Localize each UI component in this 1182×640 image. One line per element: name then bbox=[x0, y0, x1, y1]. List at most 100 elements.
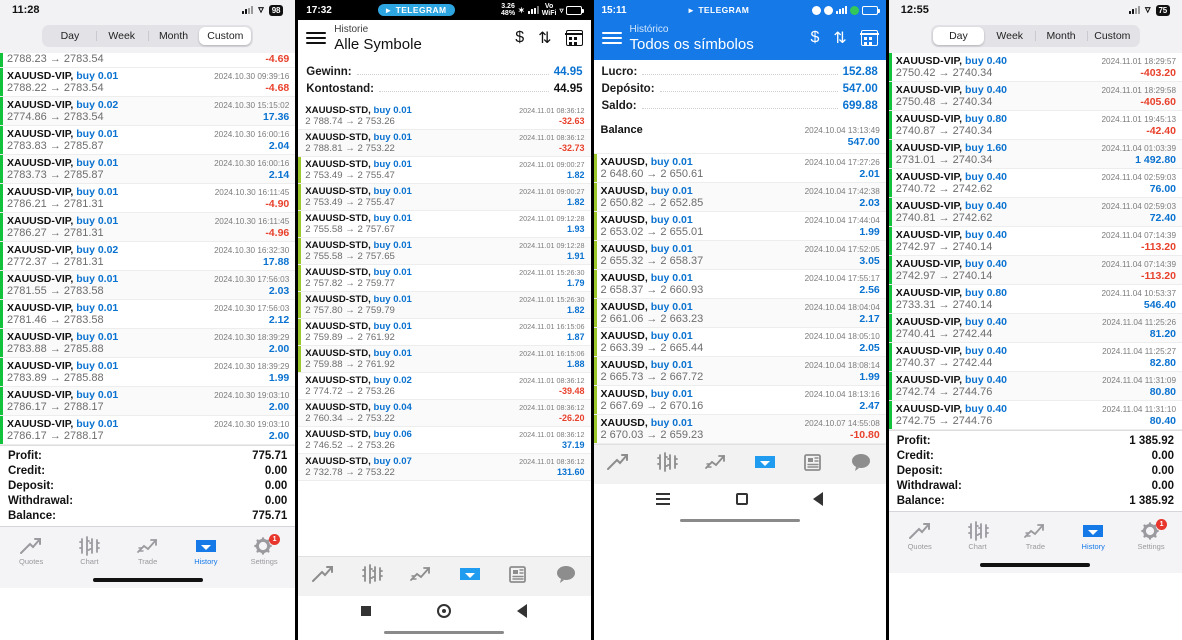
deal-row[interactable]: XAUUSD-STD, buy 0.02 2024.11.01 08:36:12 2… bbox=[298, 372, 591, 400]
deal-row[interactable]: XAUUSD-VIP, buy 0.01 2024.10.30 17:56:03 2… bbox=[0, 271, 296, 300]
period-tab-week[interactable]: Week bbox=[95, 27, 148, 45]
tab-chart[interactable]: Chart bbox=[952, 520, 1004, 551]
sort-icon[interactable]: ⇅ bbox=[833, 28, 846, 48]
deal-row[interactable]: XAUUSD-VIP, buy 0.01 2024.10.30 18:39:29 2… bbox=[0, 358, 296, 387]
deal-row[interactable]: XAUUSD, buy 0.01 2024.10.04 17:27:26 2 648… bbox=[593, 153, 886, 183]
period-tab-week[interactable]: Week bbox=[984, 27, 1035, 45]
bottom-tab-bar[interactable] bbox=[593, 443, 886, 484]
deal-row[interactable]: XAUUSD-VIP, buy 0.01 2024.10.30 09:39:16 2… bbox=[0, 68, 296, 97]
deal-list[interactable]: XAUUSD-VIP, buy 0.40 2024.11.01 18:29:57 2… bbox=[888, 53, 1182, 430]
deal-row[interactable]: XAUUSD-VIP, buy 0.01 2024.10.30 16:11:45 2… bbox=[0, 184, 296, 213]
deal-list[interactable]: Balance 2024.10.04 13:13:49 547.00 XAUUS… bbox=[593, 119, 886, 444]
deal-row[interactable]: XAUUSD-VIP, buy 0.40 2024.11.04 07:14:39 2… bbox=[888, 227, 1182, 256]
tab-quotes[interactable] bbox=[606, 452, 630, 477]
deal-row-partial[interactable]: 2788.23 → 2783.54 -4.69 bbox=[0, 53, 296, 68]
deal-row[interactable]: XAUUSD, buy 0.01 2024.10.04 18:13:16 2 667… bbox=[593, 385, 886, 415]
calendar-icon[interactable] bbox=[564, 30, 584, 47]
deal-row[interactable]: XAUUSD, buy 0.01 2024.10.07 14:55:08 2 670… bbox=[593, 414, 886, 444]
deal-row[interactable]: XAUUSD-STD, buy 0.01 2024.11.01 15:26:30 2… bbox=[298, 291, 591, 319]
tab-history[interactable] bbox=[458, 564, 482, 589]
deal-row[interactable]: XAUUSD-VIP, buy 0.01 2024.10.30 16:11:45 2… bbox=[0, 213, 296, 242]
deal-row[interactable]: XAUUSD-VIP, buy 0.40 2024.11.04 07:14:39 2… bbox=[888, 256, 1182, 285]
hamburger-menu-icon[interactable] bbox=[306, 32, 327, 45]
tab-quotes[interactable] bbox=[311, 564, 335, 589]
tab-history[interactable] bbox=[753, 452, 777, 477]
deal-row[interactable]: XAUUSD, buy 0.01 2024.10.04 18:08:14 2 665… bbox=[593, 356, 886, 386]
tab-chart[interactable] bbox=[360, 563, 384, 589]
tab-chart[interactable]: Chart bbox=[63, 535, 115, 566]
back-triangle-icon[interactable] bbox=[813, 491, 824, 506]
bottom-tab-bar[interactable]: Quotes Chart Trade History Settings 1 bbox=[0, 526, 296, 572]
deal-row[interactable]: XAUUSD-STD, buy 0.01 2024.11.01 16:15:06 2… bbox=[298, 318, 591, 346]
deal-row[interactable]: XAUUSD-VIP, buy 0.01 2024.10.30 16:00:16 2… bbox=[0, 126, 296, 155]
home-square-icon[interactable] bbox=[735, 492, 748, 505]
period-tab-month[interactable]: Month bbox=[1035, 27, 1086, 45]
calendar-icon[interactable] bbox=[859, 30, 879, 47]
deal-row[interactable]: XAUUSD-VIP, buy 0.40 2024.11.01 18:29:57 2… bbox=[888, 53, 1182, 82]
deal-row[interactable]: XAUUSD-STD, buy 0.01 2024.11.01 09:00:27 2… bbox=[298, 183, 591, 211]
deal-row[interactable]: XAUUSD-STD, buy 0.01 2024.11.01 09:00:27 2… bbox=[298, 156, 591, 184]
tab-chart[interactable] bbox=[655, 451, 679, 477]
tab-news[interactable] bbox=[507, 564, 529, 589]
tab-quotes[interactable]: Quotes bbox=[894, 521, 946, 551]
deal-row[interactable]: XAUUSD, buy 0.01 2024.10.04 17:44:04 2 653… bbox=[593, 211, 886, 241]
deal-row[interactable]: XAUUSD, buy 0.01 2024.10.04 18:04:04 2 661… bbox=[593, 298, 886, 328]
tab-messages[interactable] bbox=[554, 564, 578, 589]
tab-quotes[interactable]: Quotes bbox=[5, 536, 57, 566]
deal-row[interactable]: XAUUSD-VIP, buy 0.40 2024.11.04 02:59:03 2… bbox=[888, 169, 1182, 198]
deal-row[interactable]: XAUUSD-VIP, buy 0.40 2024.11.01 18:29:58 2… bbox=[888, 82, 1182, 111]
android-nav-bar[interactable] bbox=[298, 595, 591, 626]
deal-list[interactable]: XAUUSD-STD, buy 0.01 2024.11.01 08:36:12 2… bbox=[298, 102, 591, 481]
tab-trade[interactable] bbox=[409, 564, 433, 589]
recents-square-icon[interactable] bbox=[361, 605, 372, 616]
deal-row[interactable]: XAUUSD, buy 0.01 2024.10.04 17:55:17 2 658… bbox=[593, 269, 886, 299]
period-tab-day[interactable]: Day bbox=[44, 27, 96, 45]
deal-row[interactable]: XAUUSD-VIP, buy 0.02 2024.10.30 16:32:30 2… bbox=[0, 242, 296, 271]
tab-news[interactable] bbox=[802, 452, 824, 477]
deal-row[interactable]: XAUUSD-VIP, buy 0.01 2024.10.30 18:39:29 2… bbox=[0, 329, 296, 358]
deal-row[interactable]: XAUUSD, buy 0.01 2024.10.04 17:52:05 2 655… bbox=[593, 240, 886, 270]
deal-row[interactable]: XAUUSD-VIP, buy 0.01 2024.10.30 17:56:03 2… bbox=[0, 300, 296, 329]
home-circle-icon[interactable] bbox=[437, 603, 452, 618]
currency-filter-icon[interactable]: $ bbox=[810, 29, 819, 47]
tab-settings[interactable]: Settings 1 bbox=[1125, 518, 1177, 551]
tab-trade[interactable]: Trade bbox=[122, 536, 174, 566]
deal-row[interactable]: XAUUSD-STD, buy 0.01 2024.11.01 08:36:12 2… bbox=[298, 102, 591, 130]
currency-filter-icon[interactable]: $ bbox=[515, 29, 524, 47]
sort-icon[interactable]: ⇅ bbox=[538, 28, 551, 48]
tab-messages[interactable] bbox=[849, 452, 873, 477]
deal-row[interactable]: XAUUSD-VIP, buy 0.80 2024.11.01 19:45:13 2… bbox=[888, 111, 1182, 140]
deal-row[interactable]: XAUUSD, buy 0.01 2024.10.04 17:42:38 2 650… bbox=[593, 182, 886, 212]
tab-history[interactable]: History bbox=[1067, 521, 1119, 551]
deal-row[interactable]: XAUUSD-STD, buy 0.06 2024.11.01 08:36:12 2… bbox=[298, 426, 591, 454]
tab-trade[interactable]: Trade bbox=[1009, 521, 1061, 551]
deal-row[interactable]: XAUUSD-VIP, buy 0.40 2024.11.04 11:31:09 2… bbox=[888, 372, 1182, 401]
deal-row[interactable]: XAUUSD-VIP, buy 0.80 2024.11.04 10:53:37 2… bbox=[888, 285, 1182, 314]
deal-row[interactable]: XAUUSD-VIP, buy 0.01 2024.10.30 19:03:10 2… bbox=[0, 416, 296, 445]
period-tab-custom[interactable]: Custom bbox=[1086, 27, 1138, 45]
balance-entry-row[interactable]: Balance 2024.10.04 13:13:49 547.00 bbox=[593, 119, 886, 154]
deal-row[interactable]: XAUUSD-STD, buy 0.01 2024.11.01 15:26:30 2… bbox=[298, 264, 591, 292]
deal-row[interactable]: XAUUSD-VIP, buy 0.40 2024.11.04 11:31:10 2… bbox=[888, 401, 1182, 430]
recents-lines-icon[interactable] bbox=[656, 492, 671, 505]
deal-row[interactable]: XAUUSD, buy 0.01 2024.10.04 18:05:10 2 663… bbox=[593, 327, 886, 357]
deal-row[interactable]: XAUUSD-VIP, buy 0.40 2024.11.04 11:25:26 2… bbox=[888, 314, 1182, 343]
deal-row[interactable]: XAUUSD-VIP, buy 0.01 2024.10.30 19:03:10 2… bbox=[0, 387, 296, 416]
deal-row[interactable]: XAUUSD-VIP, buy 0.02 2024.10.30 15:15:02 2… bbox=[0, 97, 296, 126]
period-tab-month[interactable]: Month bbox=[147, 27, 200, 45]
deal-row[interactable]: XAUUSD-STD, buy 0.01 2024.11.01 09:12:28 2… bbox=[298, 210, 591, 238]
deal-row[interactable]: XAUUSD-STD, buy 0.04 2024.11.01 08:36:12 2… bbox=[298, 399, 591, 427]
deal-row[interactable]: XAUUSD-STD, buy 0.01 2024.11.01 16:15:06 2… bbox=[298, 345, 591, 373]
bottom-tab-bar[interactable]: Quotes Chart Trade History Settings 1 bbox=[888, 511, 1182, 557]
period-tab-custom[interactable]: Custom bbox=[199, 27, 252, 45]
hamburger-menu-icon[interactable] bbox=[601, 32, 622, 45]
deal-row[interactable]: XAUUSD-VIP, buy 0.01 2024.10.30 16:00:16 2… bbox=[0, 155, 296, 184]
period-tab-day[interactable]: Day bbox=[932, 27, 985, 45]
deal-row[interactable]: XAUUSD-VIP, buy 0.40 2024.11.04 02:59:03 2… bbox=[888, 198, 1182, 227]
deal-list[interactable]: 2788.23 → 2783.54 -4.69 XAUUSD-VIP, buy … bbox=[0, 53, 296, 445]
deal-row[interactable]: XAUUSD-STD, buy 0.07 2024.11.01 08:36:12 2… bbox=[298, 453, 591, 481]
deal-row[interactable]: XAUUSD-VIP, buy 0.40 2024.11.04 11:25:27 2… bbox=[888, 343, 1182, 372]
deal-row[interactable]: XAUUSD-VIP, buy 1.60 2024.11.04 01:03:39 2… bbox=[888, 140, 1182, 169]
bottom-tab-bar[interactable] bbox=[298, 555, 591, 596]
tab-history[interactable]: History bbox=[180, 536, 232, 566]
